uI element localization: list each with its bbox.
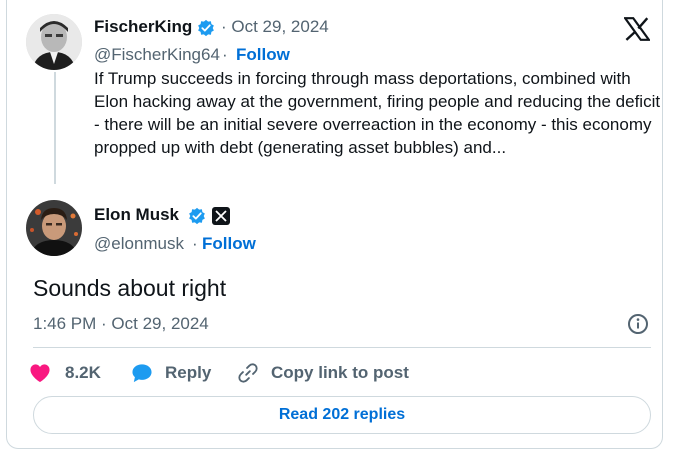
main-tweet-text[interactable]: Sounds about right — [33, 275, 226, 302]
quoted-date[interactable]: · Oct 29, 2024 — [221, 17, 329, 37]
quoted-display-name[interactable]: FischerKing — [94, 17, 192, 37]
fischerking-avatar[interactable] — [26, 14, 82, 70]
copy-link-label: Copy link to post — [271, 363, 409, 382]
thread-connector-line — [54, 72, 56, 184]
main-display-name[interactable]: Elon Musk — [94, 205, 179, 225]
main-handle[interactable]: @elonmusk — [94, 234, 184, 254]
like-button[interactable]: 8.2K — [29, 360, 101, 386]
tweet-embed-card: FischerKing · Oct 29, 2024 @FischerKing6… — [6, 0, 663, 449]
reply-bubble-icon — [132, 364, 152, 383]
info-icon[interactable] — [627, 313, 649, 335]
handle-separator: · — [192, 234, 198, 253]
verified-badge-icon — [198, 19, 214, 37]
link-icon — [238, 363, 258, 383]
x-logo-icon[interactable] — [624, 17, 650, 41]
heart-icon — [30, 364, 50, 383]
main-follow-link[interactable]: Follow — [202, 234, 256, 254]
quoted-handle[interactable]: @FischerKing64 — [94, 45, 220, 65]
action-divider — [33, 347, 651, 348]
read-replies-label: Read 202 replies — [278, 406, 406, 423]
like-count: 8.2K — [65, 363, 101, 382]
reply-button[interactable]: Reply — [131, 360, 211, 386]
elonmusk-avatar[interactable] — [26, 200, 82, 256]
verified-badge-icon — [189, 207, 205, 225]
reply-label: Reply — [165, 363, 212, 382]
read-replies-button[interactable]: Read 202 replies — [33, 396, 651, 434]
copy-link-button[interactable]: Copy link to post — [237, 360, 409, 386]
quoted-tweet-text[interactable]: If Trump succeeds in forcing through mas… — [94, 67, 664, 159]
quoted-follow-link[interactable]: Follow — [236, 45, 290, 65]
tweet-timestamp[interactable]: 1:46 PM · Oct 29, 2024 — [33, 314, 209, 334]
x-affiliate-badge-icon — [212, 207, 230, 225]
handle-separator: · — [222, 45, 228, 64]
